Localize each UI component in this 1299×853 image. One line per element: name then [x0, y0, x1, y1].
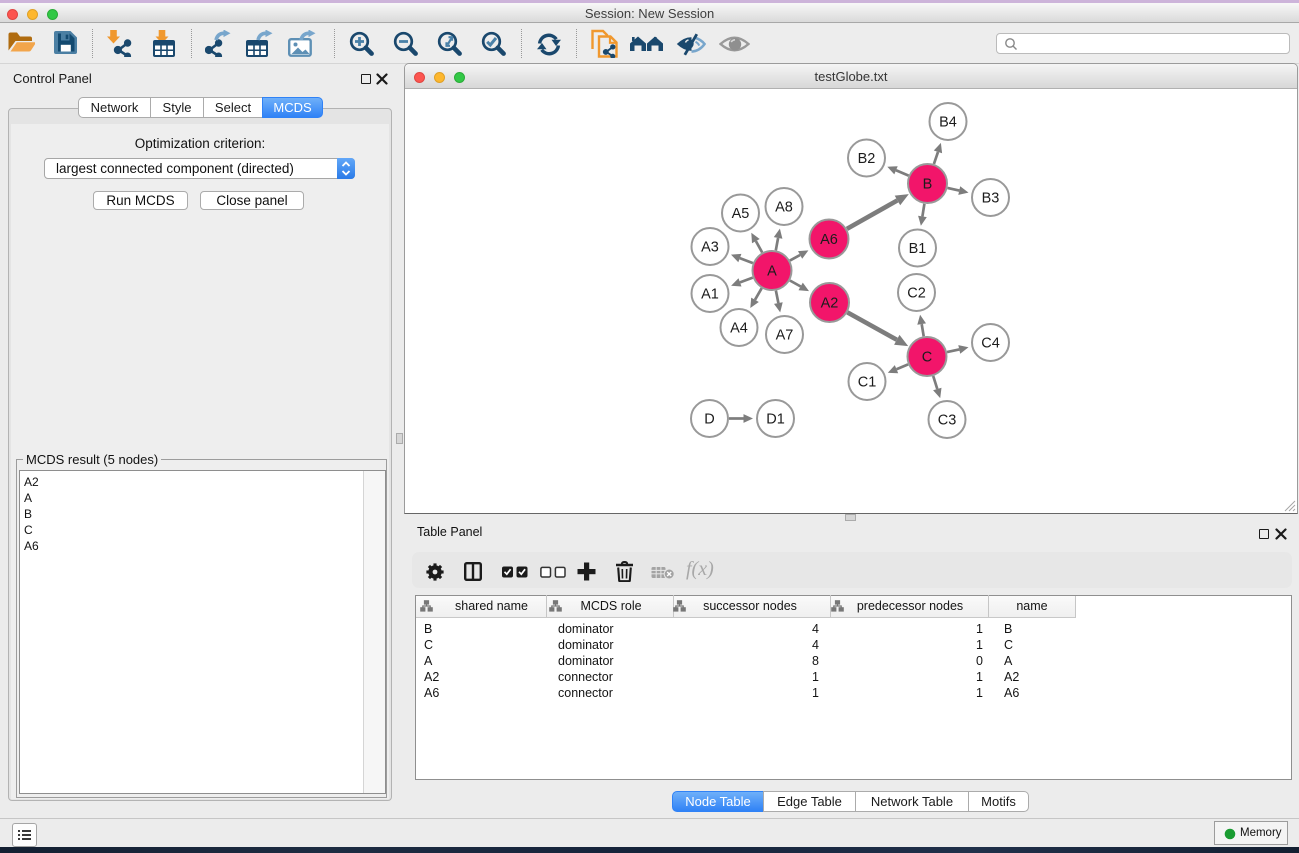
svg-text:C: C: [922, 350, 932, 366]
svg-text:D: D: [704, 412, 714, 428]
svg-text:C2: C2: [907, 286, 926, 302]
svg-text:A4: A4: [730, 321, 748, 337]
svg-text:A2: A2: [821, 296, 839, 312]
svg-text:A6: A6: [820, 232, 838, 248]
svg-text:B: B: [923, 177, 933, 193]
svg-text:C1: C1: [858, 375, 877, 391]
svg-text:C4: C4: [981, 336, 1000, 352]
svg-text:B1: B1: [909, 241, 927, 257]
svg-text:A: A: [767, 264, 777, 280]
svg-text:D1: D1: [766, 412, 785, 428]
svg-text:A7: A7: [776, 328, 794, 344]
svg-text:A1: A1: [701, 287, 719, 303]
svg-text:A3: A3: [701, 240, 719, 256]
svg-text:B3: B3: [982, 191, 1000, 207]
svg-text:C3: C3: [938, 413, 957, 429]
svg-text:A8: A8: [775, 200, 793, 216]
svg-text:B2: B2: [858, 151, 876, 167]
svg-text:B4: B4: [939, 115, 957, 131]
svg-text:A5: A5: [732, 206, 750, 222]
